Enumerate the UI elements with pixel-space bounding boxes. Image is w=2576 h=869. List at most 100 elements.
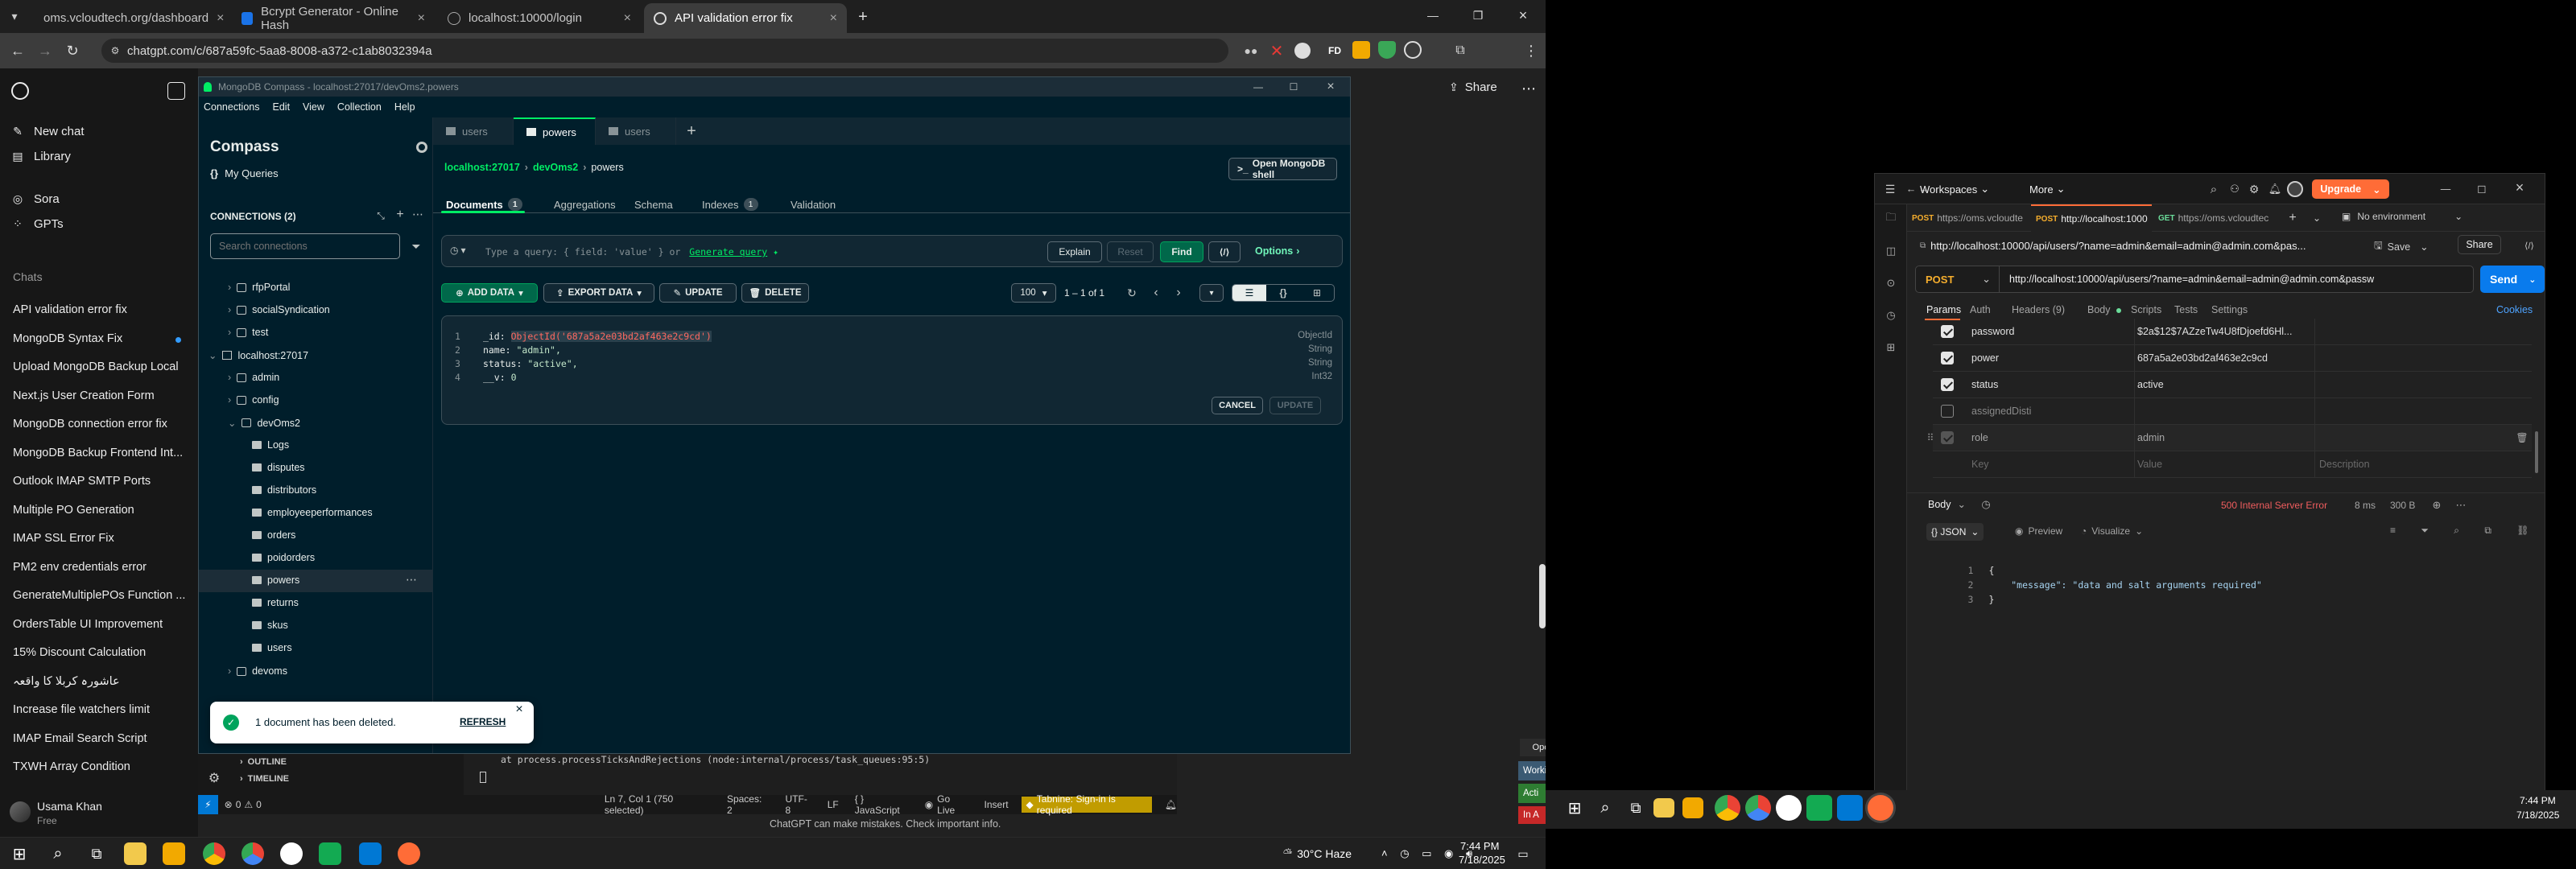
vscode-icon[interactable] <box>359 842 382 865</box>
chat-item[interactable]: TXWH Array Condition <box>13 760 186 773</box>
weather-widget[interactable]: ⛅︎ 30°C Haze <box>1283 846 1352 860</box>
tab-powers[interactable]: powers <box>514 117 596 145</box>
breadcrumb-host[interactable]: localhost:27017 <box>444 162 520 173</box>
chat-item[interactable]: MongoDB connection error fix <box>13 418 186 430</box>
tree-db-devoms[interactable]: › devoms <box>228 665 287 677</box>
close-window-icon[interactable]: × <box>1507 5 1539 26</box>
param-row-new[interactable]: Key Value Description <box>1933 451 2532 478</box>
github-icon[interactable] <box>280 842 303 865</box>
reload-icon[interactable]: ↻ <box>63 41 82 60</box>
param-checkbox[interactable] <box>1941 378 1954 391</box>
new-tab-icon[interactable]: + <box>683 122 700 140</box>
extension-fd-icon[interactable]: FD <box>1325 43 1344 59</box>
bell-icon[interactable]: 🔔︎ <box>2268 182 2282 196</box>
chat-item[interactable]: عاشورہ کربلا کا واقعہ <box>13 675 186 688</box>
json-view-icon[interactable]: {} <box>1266 285 1300 301</box>
chat-item[interactable]: Increase file watchers limit <box>13 703 186 716</box>
code-icon[interactable]: ⟨/⟩ <box>2522 238 2537 253</box>
my-queries-link[interactable]: {} My Queries <box>210 167 279 179</box>
visualize-tab[interactable]: ◔ Visualize ⌄ <box>2081 525 2143 537</box>
param-value[interactable]: active <box>2137 379 2298 390</box>
drag-handle-icon[interactable]: ⠿ <box>1925 431 1936 444</box>
req-tab-params[interactable]: Params <box>1926 304 1961 315</box>
params-scrollbar[interactable] <box>2535 431 2538 473</box>
browser-tab-bcrypt[interactable]: Bcrypt Generator - Online Hash × <box>232 3 435 33</box>
extension-person-icon[interactable] <box>1404 41 1422 59</box>
update-document-button[interactable]: UPDATE <box>1269 397 1321 414</box>
request-tab-2[interactable]: POST http://localhost:1000 <box>2031 204 2152 232</box>
chat-item[interactable]: MongoDB Syntax Fix <box>13 332 186 345</box>
reset-button[interactable]: Reset <box>1107 241 1154 262</box>
postman-icon[interactable] <box>398 842 420 865</box>
site-info-icon[interactable]: ⚙ <box>108 43 122 58</box>
query-input[interactable]: Type a query: { field: 'value' } or Gene… <box>485 246 778 257</box>
away-badge[interactable]: In A <box>1518 806 1546 824</box>
sora-button[interactable]: ◎ Sora <box>11 192 60 206</box>
prev-page-icon[interactable]: ‹ <box>1148 285 1164 301</box>
tree-db-socialsyndication[interactable]: › socialSyndication <box>228 304 330 315</box>
chat-item[interactable]: OrdersTable UI Improvement <box>13 618 186 631</box>
param-value[interactable]: admin <box>2137 432 2298 443</box>
save-button[interactable]: 🖫︎ Save ⌄ <box>2374 238 2429 255</box>
search-icon[interactable]: ⌕ <box>47 842 69 865</box>
extensions-puzzle-icon[interactable]: ⧉ <box>1451 41 1470 60</box>
extension-orange-icon[interactable] <box>1352 41 1370 59</box>
param-checkbox[interactable] <box>1941 325 1954 338</box>
cookies-link[interactable]: Cookies <box>2496 304 2533 315</box>
clock-time[interactable]: 7:44 PM <box>2520 795 2556 806</box>
url-input[interactable]: http://localhost:10000/api/users/?name=a… <box>2009 274 2468 285</box>
browser-tab-oms[interactable]: oms.vcloudtech.org/dashboard × <box>26 3 229 33</box>
chat-item[interactable]: MongoDB Backup Frontend Int... <box>13 447 186 459</box>
clock-date[interactable]: 7/18/2025 <box>1459 854 1505 866</box>
request-title[interactable]: ⧉ http://localhost:10000/api/users/?name=… <box>1920 240 2306 252</box>
tree-db-devoms2[interactable]: ⌄ devOms2 <box>228 417 300 430</box>
more-icon[interactable]: ⋯ <box>2454 499 2467 512</box>
tree-db-config[interactable]: › config <box>228 394 279 406</box>
close-icon[interactable]: × <box>513 702 526 716</box>
req-tab-scripts[interactable]: Scripts <box>2131 304 2161 315</box>
response-history-icon[interactable]: ◷ <box>1979 498 1992 511</box>
browser-tab-localhost[interactable]: localhost:10000/login × <box>438 3 641 33</box>
doc-line-4[interactable]: 4 __v: 0 Int32 <box>455 372 1332 385</box>
task-view-icon[interactable]: ⧉ <box>1623 795 1649 821</box>
task-view-icon[interactable]: ⧉ <box>85 842 108 865</box>
new-tab-icon[interactable]: + <box>853 7 873 27</box>
collections-icon[interactable]: 🗀︎ <box>1885 211 1897 225</box>
preview-tab[interactable]: ◉ Preview <box>2015 525 2062 537</box>
tree-db-rfpportal[interactable]: › rfpPortal <box>228 282 290 293</box>
menu-help[interactable]: Help <box>394 101 415 113</box>
incognito-icon[interactable]: ●● <box>1241 41 1261 60</box>
param-checkbox[interactable] <box>1941 431 1954 444</box>
invite-icon[interactable]: ⚇ <box>2227 182 2242 196</box>
menu-connections[interactable]: Connections <box>204 101 260 113</box>
tree-coll-disputes[interactable]: disputes <box>252 462 305 473</box>
chrome-profile-icon[interactable] <box>242 842 264 865</box>
more-options-icon[interactable]: ⋯ <box>1520 80 1538 97</box>
encoding[interactable]: UTF-8 <box>786 793 811 816</box>
chat-item[interactable]: Next.js User Creation Form <box>13 389 186 402</box>
refresh-icon[interactable]: ↻ <box>1124 285 1140 301</box>
sidebar-toggle-icon[interactable] <box>167 82 185 100</box>
response-status[interactable]: 500 Internal Server Error <box>2221 500 2327 511</box>
tree-db-admin[interactable]: › admin <box>228 372 279 383</box>
add-connection-icon[interactable]: + <box>394 208 407 221</box>
clock-time[interactable]: 7:44 PM <box>1460 840 1499 852</box>
next-page-icon[interactable]: › <box>1170 285 1187 301</box>
timeline-section[interactable]: › TIMELINE <box>240 774 289 784</box>
req-tab-tests[interactable]: Tests <box>2174 304 2198 315</box>
tree-coll-orders[interactable]: orders <box>252 529 295 541</box>
query-history-button[interactable]: ◷ ▾ <box>450 245 466 256</box>
menu-collection[interactable]: Collection <box>337 101 382 113</box>
open-app-button[interactable]: Open App <box>1520 739 1546 756</box>
globe-icon[interactable]: ⊕ <box>2430 499 2443 512</box>
tree-coll-users[interactable]: users <box>252 642 292 653</box>
apis-icon[interactable]: ⊞ <box>1885 341 1897 354</box>
more-icon[interactable]: ⋯ <box>405 573 418 586</box>
chat-item[interactable]: IMAP SSL Error Fix <box>13 532 186 545</box>
chat-item[interactable]: PM2 env credentials error <box>13 561 186 574</box>
subtab-aggregations[interactable]: Aggregations <box>554 199 616 211</box>
go-live-button[interactable]: ◉ Go Live <box>925 793 968 816</box>
new-chat-button[interactable]: ✎ New chat <box>11 125 84 138</box>
outline-section[interactable]: › OUTLINE <box>240 757 287 767</box>
tree-coll-skus[interactable]: skus <box>252 620 288 631</box>
